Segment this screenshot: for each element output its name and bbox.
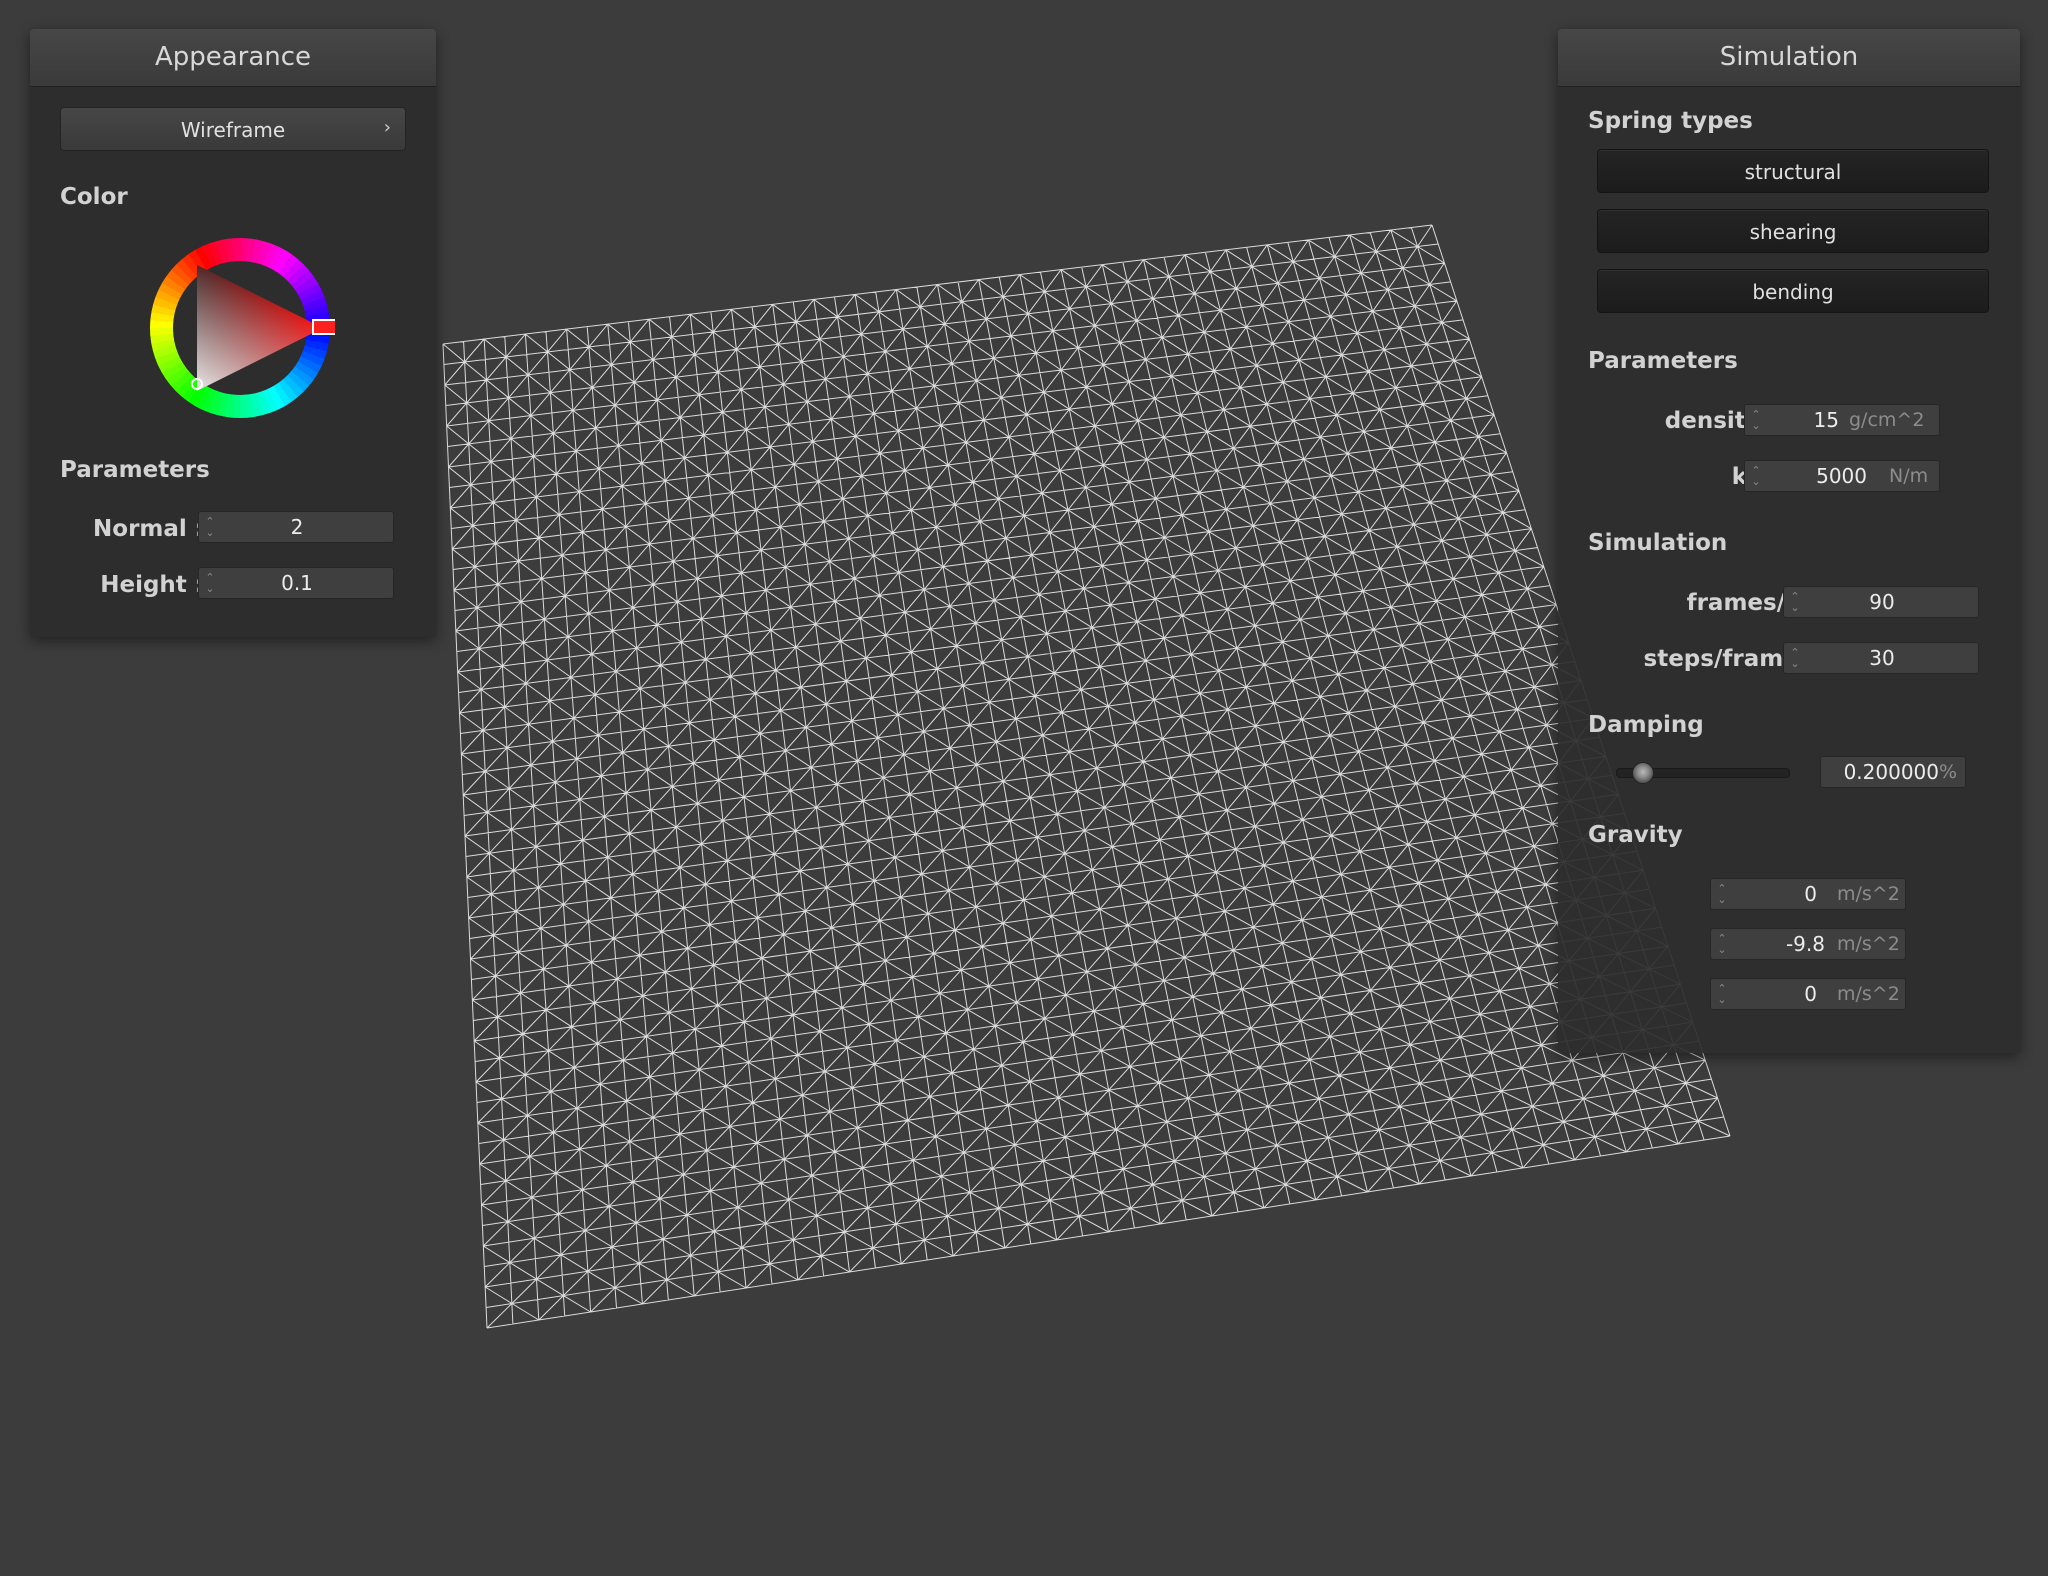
cloth-wireframe-mesh	[442, 224, 1731, 1329]
ks-value: 5000	[1816, 464, 1867, 488]
color-wheel[interactable]	[145, 233, 335, 423]
render-mode-value: Wireframe	[180, 118, 286, 142]
gravity-z-value: 0	[1804, 982, 1817, 1006]
gravity-x-unit: m/s^2	[1837, 883, 1900, 905]
spinner-arrows-icon[interactable]: ⌃ ⌄	[1717, 983, 1727, 1005]
structural-spring-button[interactable]: structural	[1597, 149, 1989, 193]
density-unit: g/cm^2	[1849, 409, 1925, 431]
height-input[interactable]: ⌃ ⌄ 0.1	[198, 567, 394, 599]
spinner-arrows-icon[interactable]: ⌃ ⌄	[1717, 933, 1727, 955]
gravity-z-input[interactable]: ⌃ ⌄ 0 m/s^2	[1710, 978, 1906, 1010]
chevron-right-icon: ›	[383, 117, 391, 138]
damping-input[interactable]: 0.200000 %	[1820, 756, 1966, 788]
gravity-y-unit: m/s^2	[1837, 933, 1900, 955]
color-section-label: Color	[60, 184, 128, 210]
damping-slider-knob[interactable]	[1632, 762, 1655, 784]
appearance-parameters-label: Parameters	[60, 457, 210, 483]
shearing-spring-button[interactable]: shearing	[1597, 209, 1989, 253]
fps-value: 90	[1869, 590, 1895, 614]
spinner-arrows-icon[interactable]: ⌃ ⌄	[1751, 465, 1761, 487]
gravity-label: Gravity	[1588, 822, 1683, 848]
normal-label: Normal :	[93, 516, 204, 542]
gravity-x-input[interactable]: ⌃ ⌄ 0 m/s^2	[1710, 878, 1906, 910]
damping-unit: %	[1938, 761, 1957, 783]
hue-selector-marker[interactable]	[312, 319, 335, 335]
damping-value: 0.200000	[1843, 760, 1939, 784]
normal-value: 2	[290, 515, 304, 539]
gravity-y-input[interactable]: ⌃ ⌄ -9.8 m/s^2	[1710, 928, 1906, 960]
spinner-arrows-icon[interactable]: ⌃ ⌄	[1717, 883, 1727, 905]
appearance-panel: Appearance Wireframe › Color Parameters …	[30, 29, 436, 637]
steps-value: 30	[1869, 646, 1895, 670]
density-input[interactable]: ⌃ ⌄ 15 g/cm^2	[1744, 404, 1940, 436]
ks-unit: N/m	[1889, 465, 1929, 487]
simulation-section-label: Simulation	[1588, 530, 1728, 556]
gravity-x-value: 0	[1804, 882, 1817, 906]
height-label: Height :	[100, 572, 204, 598]
steps-input[interactable]: ⌃ ⌄ 30	[1783, 642, 1979, 674]
density-value: 15	[1813, 408, 1839, 432]
gravity-y-value: -9.8	[1785, 932, 1825, 956]
bending-spring-button[interactable]: bending	[1597, 269, 1989, 313]
damping-label: Damping	[1588, 712, 1704, 738]
spinner-arrows-icon[interactable]: ⌃ ⌄	[1751, 409, 1761, 431]
appearance-panel-title[interactable]: Appearance	[30, 29, 436, 87]
simulation-panel: Simulation Spring types structural shear…	[1558, 29, 2020, 1053]
height-value: 0.1	[281, 571, 313, 595]
ks-input[interactable]: ⌃ ⌄ 5000 N/m	[1744, 460, 1940, 492]
simulation-panel-title[interactable]: Simulation	[1558, 29, 2020, 87]
fps-input[interactable]: ⌃ ⌄ 90	[1783, 586, 1979, 618]
cloth-wire-lines	[442, 224, 1731, 1329]
normal-input[interactable]: ⌃ ⌄ 2	[198, 511, 394, 543]
spring-types-label: Spring types	[1588, 108, 1753, 134]
render-mode-dropdown[interactable]: Wireframe ›	[60, 107, 406, 151]
gravity-z-unit: m/s^2	[1837, 983, 1900, 1005]
sim-parameters-label: Parameters	[1588, 348, 1738, 374]
